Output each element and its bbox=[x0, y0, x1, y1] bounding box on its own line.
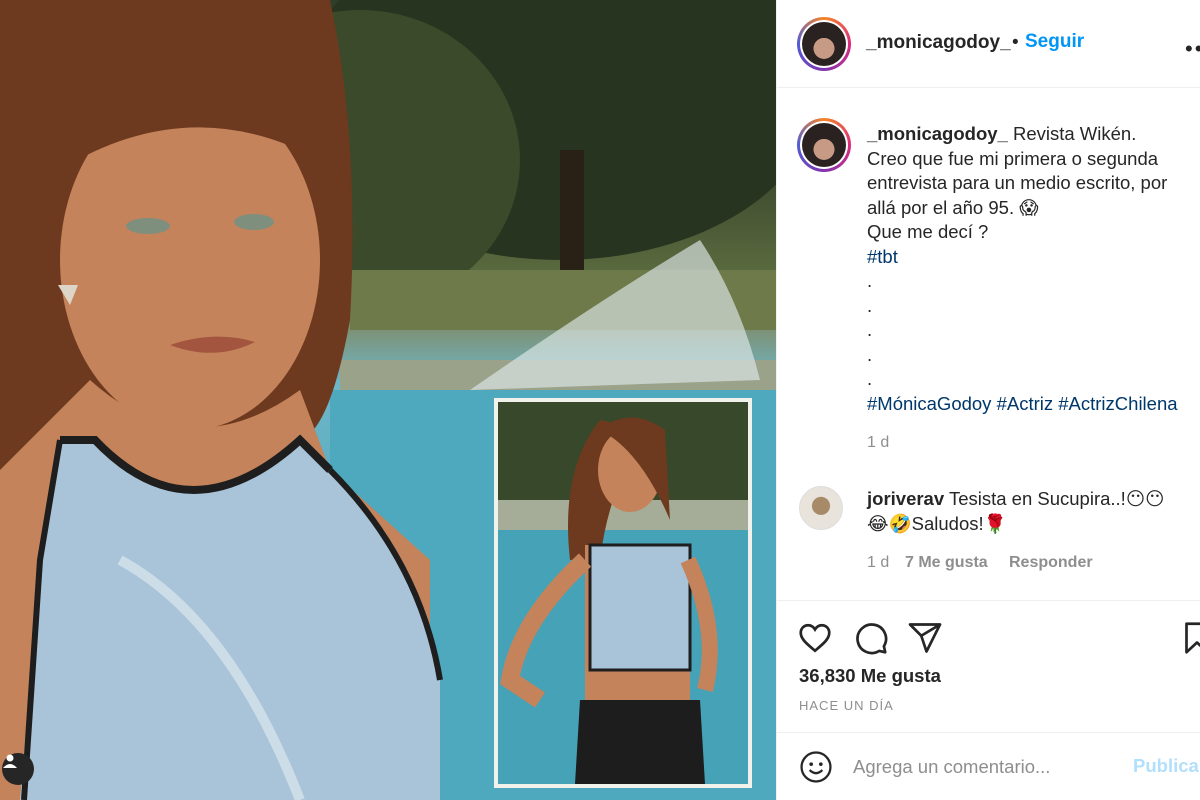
heart-icon[interactable] bbox=[797, 620, 833, 656]
caption-dot: . bbox=[867, 343, 873, 365]
hashtag-links[interactable]: #MónicaGodoy #Actriz #ActrizChilena bbox=[867, 393, 1178, 414]
caption-line: allá por el año 95. 😱 bbox=[867, 196, 1039, 218]
comment-input[interactable] bbox=[853, 753, 1123, 781]
comment-text: Tesista en Sucupira..!😶😶 bbox=[948, 488, 1165, 509]
comment-bubble-icon[interactable] bbox=[853, 620, 889, 656]
caption-time[interactable]: 1 d bbox=[867, 434, 889, 452]
emoji-icon[interactable] bbox=[799, 750, 833, 784]
add-comment-bar: Publicar bbox=[777, 732, 1200, 800]
follow-button[interactable]: Seguir bbox=[1025, 31, 1084, 53]
bookmark-icon[interactable] bbox=[1179, 620, 1200, 656]
person-icon bbox=[3, 754, 17, 768]
post-header: _monicagodoy_ • Seguir ••• bbox=[777, 0, 1200, 88]
commenter-avatar[interactable] bbox=[799, 486, 843, 530]
caption-line: Creo que fue mi primera o segunda bbox=[867, 147, 1159, 169]
comments-section[interactable]: _monicagodoy_ Revista Wikén. Creo que fu… bbox=[777, 89, 1200, 601]
commenter-username[interactable]: joriverav bbox=[867, 488, 944, 509]
caption-line: Que me decí ? bbox=[867, 221, 989, 242]
caption-author-avatar[interactable] bbox=[797, 118, 851, 172]
follow-separator: • bbox=[1012, 32, 1019, 53]
likes-count[interactable]: 36,830 Me gusta bbox=[799, 665, 941, 687]
author-username[interactable]: _monicagodoy_ bbox=[866, 32, 1011, 54]
caption-line: entrevista para un medio escrito, por bbox=[867, 172, 1168, 193]
hashtag-link[interactable]: #tbt bbox=[867, 246, 898, 267]
caption-line: Revista Wikén. bbox=[1012, 123, 1137, 144]
reply-button[interactable]: Responder bbox=[1009, 554, 1093, 572]
more-options-button[interactable]: ••• bbox=[1185, 36, 1200, 62]
comment-likes[interactable]: 7 Me gusta bbox=[905, 554, 988, 572]
comment-time[interactable]: 1 d bbox=[867, 554, 889, 572]
tagged-users-button[interactable] bbox=[2, 753, 34, 785]
publish-button[interactable]: Publicar bbox=[1133, 755, 1200, 777]
caption-dot: . bbox=[867, 270, 873, 291]
caption-username[interactable]: _monicagodoy_ bbox=[867, 123, 1008, 144]
caption-dot: . bbox=[867, 294, 873, 316]
post-date[interactable]: HACE UN DÍA bbox=[799, 698, 894, 713]
comment: joriverav Tesista en Sucupira..!😶😶 😂🤣Sal… bbox=[867, 486, 1187, 536]
comment-text-continued: 😂🤣Saludos!🌹 bbox=[867, 513, 1007, 534]
post-details-panel: _monicagodoy_ • Seguir ••• _monicagodoy_… bbox=[776, 0, 1200, 800]
post-caption: _monicagodoy_ Revista Wikén. Creo que fu… bbox=[867, 122, 1200, 416]
post-photo-illustration bbox=[0, 0, 776, 800]
post-photo[interactable] bbox=[0, 0, 776, 800]
paper-plane-icon[interactable] bbox=[907, 620, 943, 656]
caption-dot: . bbox=[867, 368, 873, 389]
post-actions: 36,830 Me gusta HACE UN DÍA bbox=[777, 602, 1200, 732]
author-avatar[interactable] bbox=[797, 17, 851, 71]
caption-dot: . bbox=[867, 319, 873, 340]
